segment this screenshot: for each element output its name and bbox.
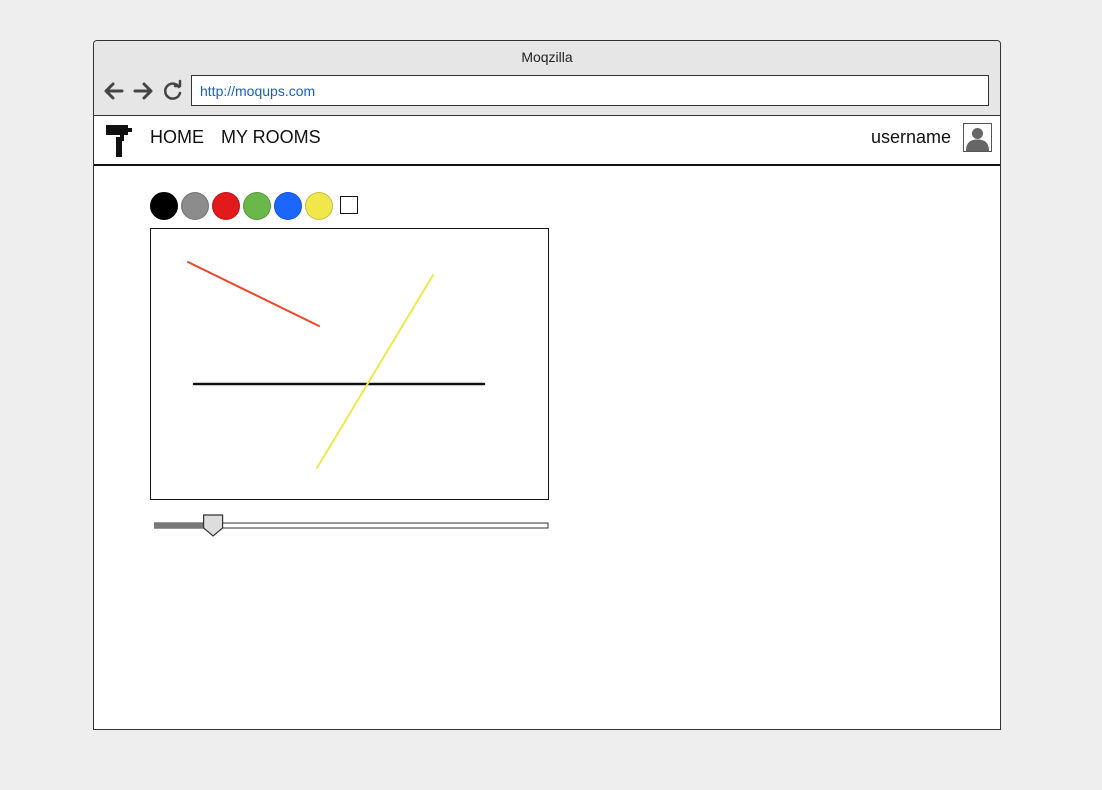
stroke-yellow-line: [316, 274, 434, 469]
nav-my-rooms-link[interactable]: MY ROOMS: [221, 127, 321, 148]
reload-icon[interactable]: [161, 79, 185, 103]
color-swatch-black[interactable]: [150, 192, 178, 220]
arrow-left-icon[interactable]: [102, 79, 126, 103]
color-swatch-none[interactable]: [340, 196, 358, 214]
color-swatch-yellow[interactable]: [305, 192, 333, 220]
browser-chrome: Moqzilla http://moqups.com: [94, 41, 1000, 116]
window-title: Moqzilla: [521, 49, 573, 65]
nav-home-link[interactable]: HOME: [150, 127, 204, 148]
slider-thumb[interactable]: [202, 514, 224, 537]
color-swatch-green[interactable]: [243, 192, 271, 220]
app-navbar: HOME MY ROOMS username: [94, 116, 1000, 166]
stroke-red-line: [187, 261, 320, 327]
drawing-canvas[interactable]: [150, 228, 549, 500]
username-label[interactable]: username: [871, 127, 951, 148]
color-swatch-red[interactable]: [212, 192, 240, 220]
browser-window: Moqzilla http://moqups.com HOME MY ROOMS…: [93, 40, 1001, 730]
url-bar[interactable]: http://moqups.com: [191, 75, 989, 106]
color-swatch-blue[interactable]: [274, 192, 302, 220]
user-icon[interactable]: [963, 123, 992, 152]
color-swatch-gray[interactable]: [181, 192, 209, 220]
brush-size-slider[interactable]: [153, 512, 549, 542]
arrow-right-icon[interactable]: [131, 79, 155, 103]
paint-roller-icon[interactable]: [106, 125, 132, 157]
